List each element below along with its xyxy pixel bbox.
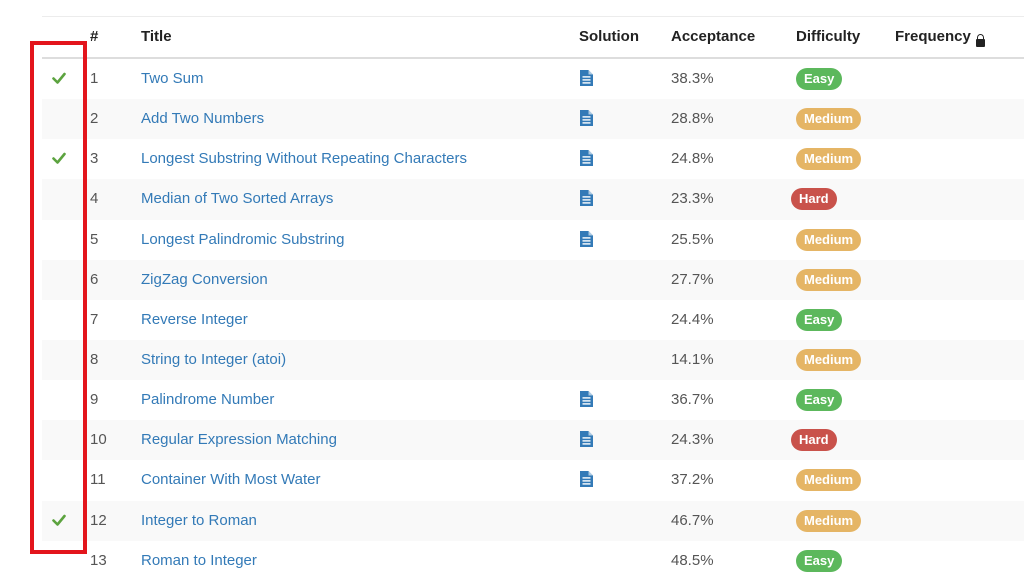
solution-document-icon[interactable]: [580, 150, 593, 167]
problem-number: 8: [90, 350, 99, 368]
header-number[interactable]: #: [90, 28, 98, 45]
problem-title-link[interactable]: Integer to Roman: [141, 512, 257, 529]
header-acceptance[interactable]: Acceptance: [671, 28, 755, 45]
problem-title-link[interactable]: Longest Substring Without Repeating Char…: [141, 150, 467, 167]
acceptance-rate: 23.3%: [671, 190, 714, 208]
solution-document-icon[interactable]: [580, 110, 593, 127]
difficulty-badge: Easy: [796, 68, 843, 90]
check-icon: [52, 514, 66, 526]
difficulty-badge: Medium: [796, 469, 862, 492]
table-row: 5 Longest Palindromic Substring 25.5% Mediu…: [42, 220, 1024, 260]
table-row: 12 Integer to Roman 46.7% Medium: [42, 500, 1024, 541]
difficulty-badge: Medium: [796, 268, 862, 291]
problem-list: 1 Two Sum 38.3% Easy 2 Add Two Numbers 28.8% Me…: [42, 59, 1024, 574]
problem-number: 7: [90, 310, 99, 328]
problem-title-link[interactable]: Reverse Integer: [141, 311, 248, 328]
table-row: 3 Longest Substring Without Repeating Cha…: [42, 139, 1024, 179]
check-icon: [52, 72, 66, 84]
problem-title-link[interactable]: Two Sum: [141, 70, 204, 87]
table-row: 2 Add Two Numbers 28.8% Medium: [42, 99, 1024, 140]
difficulty-badge: Easy: [796, 308, 843, 331]
acceptance-rate: 37.2%: [671, 471, 714, 489]
header-solution[interactable]: Solution: [579, 28, 639, 45]
header-difficulty[interactable]: Difficulty: [796, 28, 860, 45]
problem-title-link[interactable]: Regular Expression Matching: [141, 431, 337, 448]
header-frequency-label: Frequency: [895, 28, 971, 45]
difficulty-badge: Medium: [796, 348, 862, 371]
table-row: 7 Reverse Integer 24.4% Easy: [42, 300, 1024, 340]
check-icon: [52, 152, 66, 165]
problem-title-link[interactable]: Roman to Integer: [141, 552, 257, 569]
table-row: 1 Two Sum 38.3% Easy: [42, 59, 1024, 99]
acceptance-rate: 38.3%: [671, 70, 714, 87]
header-frequency[interactable]: Frequency: [895, 28, 985, 47]
problem-title-link[interactable]: Container With Most Water: [141, 471, 321, 488]
problem-title-link[interactable]: Palindrome Number: [141, 391, 274, 408]
lock-icon: [975, 34, 985, 47]
problem-number: 11: [90, 471, 106, 489]
problem-title-link[interactable]: Longest Palindromic Substring: [141, 231, 344, 248]
solution-document-icon[interactable]: [580, 190, 593, 207]
problem-title-link[interactable]: Add Two Numbers: [141, 110, 264, 127]
solution-document-icon[interactable]: [580, 230, 593, 247]
problem-number: 5: [90, 230, 99, 248]
problem-number: 9: [90, 391, 99, 409]
solution-document-icon[interactable]: [580, 70, 593, 86]
problem-number: 12: [90, 511, 107, 529]
acceptance-rate: 48.5%: [671, 551, 714, 569]
table-row: 9 Palindrome Number 36.7% Easy: [42, 380, 1024, 420]
table-row: 10 Regular Expression Matching 24.3% Hard: [42, 420, 1024, 461]
header-title[interactable]: Title: [141, 28, 172, 45]
problem-number: 3: [90, 150, 99, 168]
problem-number: 10: [90, 431, 107, 449]
difficulty-badge: Medium: [796, 108, 862, 131]
acceptance-rate: 27.7%: [671, 270, 714, 288]
difficulty-badge: Medium: [796, 148, 862, 171]
acceptance-rate: 14.1%: [671, 350, 714, 368]
difficulty-badge: Easy: [796, 389, 843, 412]
acceptance-rate: 36.7%: [671, 391, 714, 409]
problem-title-link[interactable]: Median of Two Sorted Arrays: [141, 190, 333, 207]
acceptance-rate: 24.8%: [671, 150, 714, 168]
problem-number: 2: [90, 110, 99, 128]
problems-page: # Title Solution Acceptance Difficulty F…: [0, 0, 1024, 574]
table-row: 11 Container With Most Water 37.2% Medium: [42, 460, 1024, 500]
table-row: 8 String to Integer (atoi) 14.1% Medium: [42, 339, 1024, 381]
acceptance-rate: 28.8%: [671, 110, 714, 128]
problem-number: 13: [90, 551, 107, 569]
acceptance-rate: 24.3%: [671, 431, 714, 449]
problem-number: 6: [90, 270, 99, 288]
acceptance-rate: 24.4%: [671, 310, 714, 328]
acceptance-rate: 46.7%: [671, 511, 714, 529]
table-row: 4 Median of Two Sorted Arrays 23.3% Hard: [42, 179, 1024, 220]
solution-document-icon[interactable]: [580, 391, 593, 408]
problem-title-link[interactable]: ZigZag Conversion: [141, 271, 268, 288]
difficulty-badge: Hard: [791, 429, 837, 452]
difficulty-badge: Medium: [796, 509, 862, 532]
problem-number: 4: [90, 190, 99, 208]
difficulty-badge: Hard: [791, 188, 837, 211]
difficulty-badge: Medium: [796, 228, 862, 251]
difficulty-badge: Easy: [796, 549, 843, 572]
table-header: # Title Solution Acceptance Difficulty F…: [42, 17, 1024, 59]
problem-number: 1: [90, 70, 99, 87]
table-row: 13 Roman to Integer 48.5% Easy: [42, 541, 1024, 574]
solution-document-icon[interactable]: [580, 471, 593, 488]
problem-title-link[interactable]: String to Integer (atoi): [141, 351, 286, 368]
acceptance-rate: 25.5%: [671, 230, 714, 248]
solution-document-icon[interactable]: [580, 431, 593, 448]
table-row: 6 ZigZag Conversion 27.7% Medium: [42, 259, 1024, 300]
